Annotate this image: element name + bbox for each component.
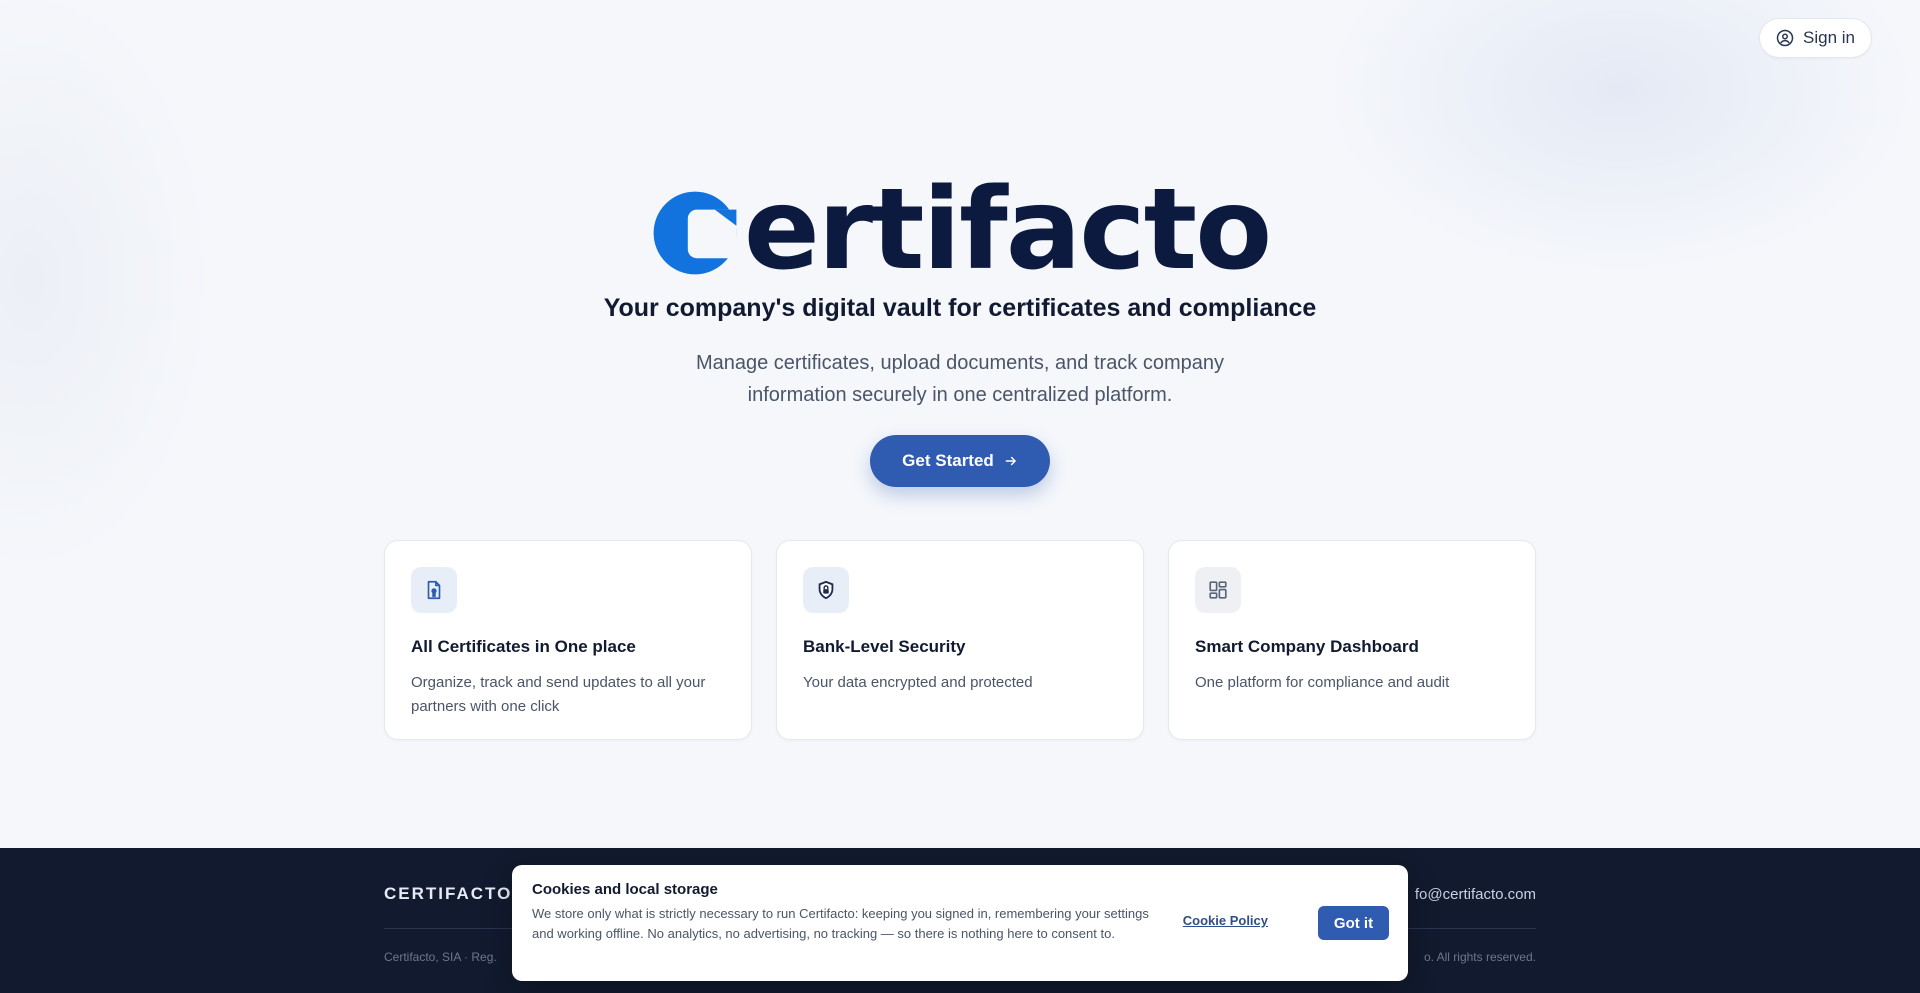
cookie-policy-link[interactable]: Cookie Policy <box>1183 913 1268 928</box>
sign-in-label: Sign in <box>1803 28 1855 47</box>
get-started-button[interactable]: Get Started <box>870 435 1050 487</box>
feature-card-security: Bank-Level Security Your data encrypted … <box>776 540 1144 740</box>
footer-copyright: o. All rights reserved. <box>1423 950 1536 964</box>
feature-text: One platform for compliance and audit <box>1195 674 1450 691</box>
sign-in-button[interactable]: Sign in <box>1759 18 1872 58</box>
logo-wordmark: ertifacto <box>743 165 1272 295</box>
hero-description: Manage certificates, upload documents, a… <box>695 352 1225 406</box>
hero-section: ertifacto Your company's digital vault f… <box>0 165 1920 487</box>
document-icon <box>427 580 441 600</box>
logo-c-icon <box>653 191 737 275</box>
arrow-right-icon <box>1005 456 1016 466</box>
feature-card-dashboard: Smart Company Dashboard One platform for… <box>1168 540 1536 740</box>
cookie-title: Cookies and local storage <box>532 881 718 898</box>
footer-company-info: Certifacto, SIA · Reg. <box>384 950 497 964</box>
get-started-label: Get Started <box>902 451 994 470</box>
feature-card-certificates: All Certificates in One place Organize, … <box>384 540 752 740</box>
shield-lock-icon <box>818 580 834 600</box>
user-circle-icon <box>1776 29 1794 47</box>
feature-title: Bank-Level Security <box>803 637 966 656</box>
cookie-banner: Cookies and local storage We store only … <box>512 865 1408 981</box>
brand-logo: ertifacto <box>0 165 1920 295</box>
feature-title: Smart Company Dashboard <box>1195 637 1419 656</box>
dashboard-icon <box>1209 581 1227 599</box>
cookie-accept-button[interactable]: Got it <box>1318 906 1389 940</box>
feature-text: Your data encrypted and protected <box>803 674 1033 691</box>
features-list: All Certificates in One place Organize, … <box>384 540 1536 740</box>
footer-email-link[interactable]: fo@certifacto.com <box>1415 886 1536 903</box>
feature-icon-box <box>411 567 457 613</box>
feature-title: All Certificates in One place <box>411 637 636 656</box>
feature-icon-box <box>1195 567 1241 613</box>
footer-brand: CERTIFACTO <box>384 884 513 903</box>
feature-icon-box <box>803 567 849 613</box>
cookie-text: We store only what is strictly necessary… <box>532 906 1149 941</box>
hero-tagline: Your company's digital vault for certifi… <box>603 294 1317 322</box>
feature-text: Organize, track and send updates to all … <box>411 674 706 715</box>
